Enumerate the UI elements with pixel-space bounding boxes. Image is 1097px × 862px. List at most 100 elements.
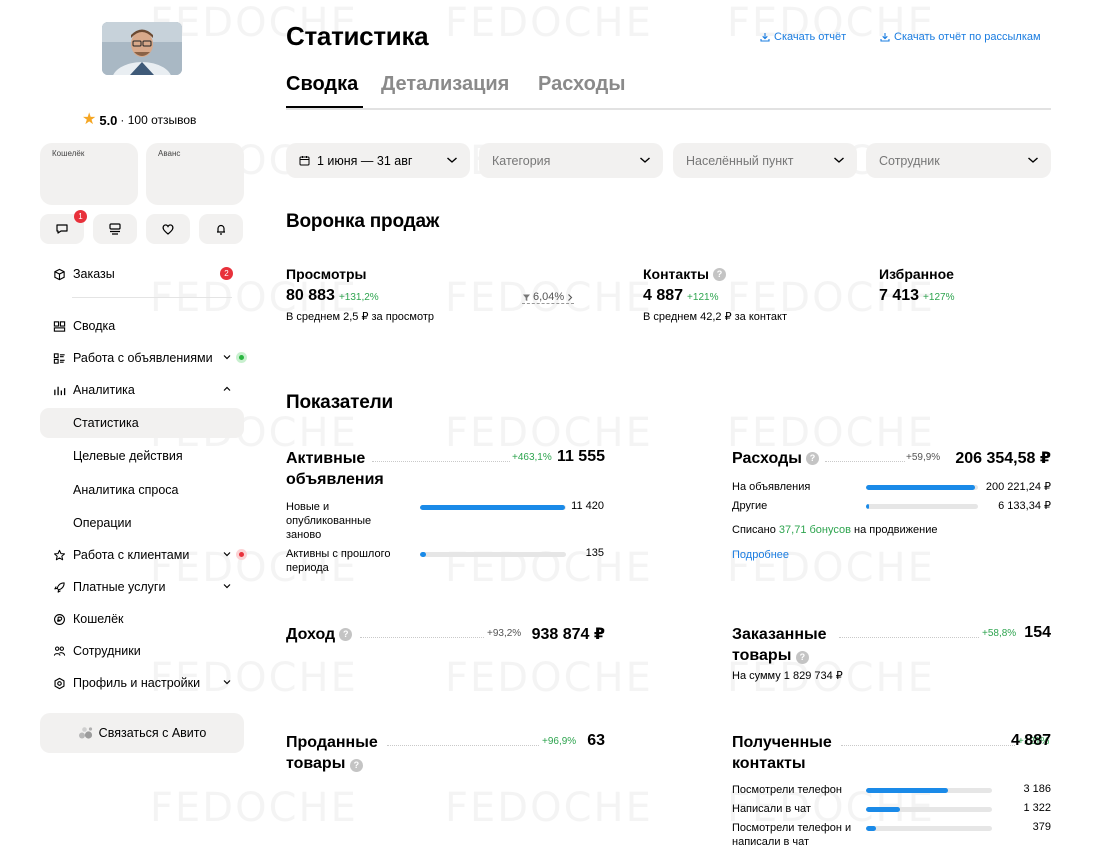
sidebar-item-profile-settings[interactable]: Профиль и настройки [40, 668, 244, 698]
favorites-button[interactable] [146, 214, 190, 244]
help-icon[interactable]: ? [805, 452, 819, 465]
chevron-down-icon [223, 552, 231, 557]
contacts-value-row: 4 887 +121% [643, 287, 787, 305]
favorites-value-row: 7 413 +127% [879, 287, 954, 305]
sidebar-subitem-label: Аналитика спроса [73, 483, 179, 497]
location-select[interactable]: Населённый пункт [673, 143, 857, 178]
tabs: Сводка Детализация Расходы [286, 72, 1051, 110]
sidebar: ★ 5.0 · 100 отзывов Кошелёк Аванс 1 Зака… [40, 0, 247, 862]
contact-avito-button[interactable]: Связаться с Авито [40, 713, 244, 753]
sidebar-item-summary[interactable]: Сводка [40, 311, 244, 341]
star-outline-icon [52, 548, 66, 562]
conversion-rate[interactable]: 6,04% [522, 291, 575, 304]
employee-select[interactable]: Сотрудник [866, 143, 1051, 178]
metric-active-ads: Активные объявления +463,1% 11 555 [286, 448, 605, 490]
metric-ordered-goods: Заказанные товары ? +58,8% 154 [732, 624, 1051, 666]
metric-income: Доход ? +93,2% 938 874 ₽ [286, 624, 605, 645]
sidebar-item-label: Сотрудники [73, 644, 141, 658]
list-icon [52, 351, 66, 365]
sidebar-item-analytics[interactable]: Аналитика [40, 375, 244, 405]
income-value: 938 874 ₽ [531, 626, 605, 643]
messages-button[interactable]: 1 [40, 210, 87, 244]
expenses-change: +59,9% [906, 452, 941, 463]
wallet-card[interactable]: Кошелёк [40, 143, 138, 205]
received-value: 4 887 [1010, 732, 1051, 749]
received-label: Полученные контакты [732, 732, 832, 774]
date-range-select[interactable]: 1 июня — 31 авг [286, 143, 470, 178]
help-icon[interactable]: ? [713, 267, 727, 281]
notifications-button[interactable] [199, 214, 243, 244]
sidebar-subitem-label: Операции [73, 516, 132, 530]
bar-value: 3 186 [1023, 783, 1051, 795]
funnel-contacts: Контакты ? 4 887 +121% В среднем 42,2 ₽ … [643, 266, 787, 323]
help-icon[interactable]: ? [339, 628, 353, 641]
sidebar-item-ads[interactable]: Работа с объявлениями [40, 343, 247, 373]
grid-icon [52, 319, 66, 333]
tab-expenses[interactable]: Расходы [538, 73, 625, 96]
bell-icon [217, 224, 225, 235]
ads-button[interactable] [93, 214, 137, 244]
orders-badge: 2 [220, 267, 233, 280]
received-label-line1: Полученные [732, 734, 832, 751]
income-change: +93,2% [487, 628, 522, 639]
written-off-suffix: на продвижение [854, 524, 938, 536]
sidebar-subitem-statistics[interactable]: Статистика [40, 408, 244, 438]
sold-change: +96,9% [542, 736, 577, 747]
download-mailing-report-label: Скачать отчёт по рассылкам [894, 31, 1041, 43]
tab-summary[interactable]: Сводка [286, 73, 358, 96]
written-off-text: Списано 37,71 бонусов на продвижение [732, 524, 937, 536]
sidebar-item-label: Платные услуги [73, 580, 166, 594]
bar-track [866, 485, 978, 490]
more-link[interactable]: Подробнее [732, 549, 789, 561]
sidebar-subitem-demand-analytics[interactable]: Аналитика спроса [40, 475, 244, 505]
sidebar-item-orders[interactable]: Заказы 2 [40, 259, 244, 289]
sidebar-subitem-operations[interactable]: Операции [40, 508, 244, 538]
employee-placeholder: Сотрудник [879, 153, 940, 168]
sidebar-item-employees[interactable]: Сотрудники [40, 636, 244, 666]
help-icon[interactable]: ? [349, 759, 363, 772]
bar-track [866, 826, 992, 831]
status-dot-green [236, 352, 247, 363]
received-label-line2: контакты [732, 755, 806, 772]
chevron-down-icon [223, 584, 231, 589]
avatar[interactable] [102, 22, 182, 75]
heart-icon [162, 224, 174, 235]
sidebar-item-wallet[interactable]: Кошелёк [40, 604, 244, 634]
chevron-down-icon [1028, 157, 1038, 163]
ads-list-icon [109, 223, 121, 235]
contacts-value: 4 887 [643, 287, 684, 304]
favorites-value: 7 413 [879, 287, 920, 304]
category-select[interactable]: Категория [479, 143, 663, 178]
ordered-change: +58,8% [982, 628, 1017, 639]
sidebar-item-clients[interactable]: Работа с клиентами [40, 540, 247, 570]
bar-label: Другие [732, 500, 768, 512]
bar-value: 6 133,34 ₽ [998, 500, 1051, 512]
active-ads-label-line2: объявления [286, 471, 384, 488]
dotted-leader [360, 637, 484, 638]
sidebar-item-paid-services[interactable]: Платные услуги [40, 572, 244, 602]
reviews-count: · 100 отзывов [120, 113, 197, 127]
help-icon[interactable]: ? [795, 651, 809, 664]
income-label-row: Доход ? [286, 624, 353, 645]
rating[interactable]: ★ 5.0 · 100 отзывов [82, 112, 202, 128]
messages-badge: 1 [74, 210, 87, 223]
active-ads-label-line1: Активные [286, 450, 366, 467]
tab-details[interactable]: Детализация [381, 73, 509, 96]
calendar-icon [299, 156, 310, 166]
download-report-link[interactable]: Скачать отчёт [760, 31, 846, 43]
chevron-down-icon [834, 157, 844, 163]
bar-track [866, 807, 992, 812]
bar-value: 11 420 [571, 500, 604, 512]
sidebar-subitem-target-actions[interactable]: Целевые действия [40, 441, 244, 471]
chevron-down-icon [223, 680, 231, 685]
download-mailing-report-link[interactable]: Скачать отчёт по рассылкам [880, 31, 1041, 43]
location-placeholder: Населённый пункт [686, 153, 794, 168]
avito-logo-icon [78, 727, 92, 739]
funnel-title: Воронка продаж [286, 211, 440, 232]
bar-label: Посмотрели телефон [732, 784, 842, 796]
advance-card[interactable]: Аванс [146, 143, 244, 205]
income-label: Доход [286, 626, 336, 643]
bar-fill [866, 485, 975, 490]
category-placeholder: Категория [492, 153, 551, 168]
views-change: +131,2% [338, 292, 379, 303]
